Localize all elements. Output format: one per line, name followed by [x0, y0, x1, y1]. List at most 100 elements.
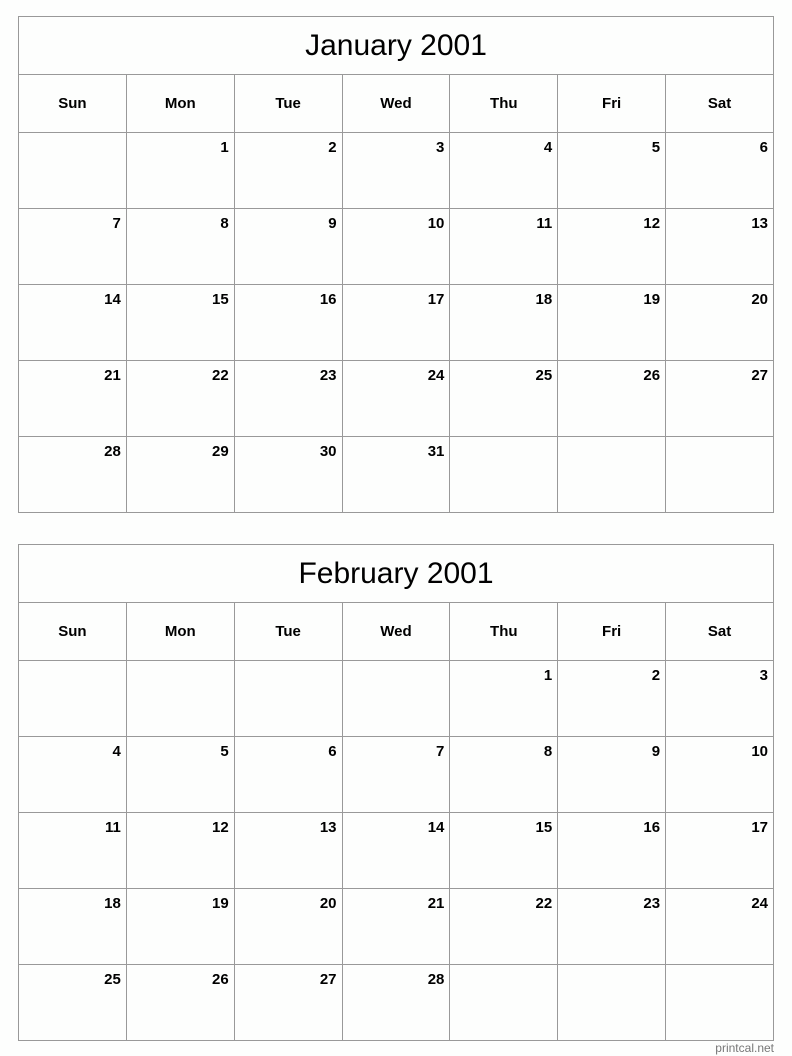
- weekday-label: Sat: [665, 602, 774, 661]
- day-number: [19, 133, 126, 139]
- day-cell: 18: [449, 284, 559, 361]
- day-cell: 25: [449, 360, 559, 437]
- day-cell: 22: [449, 888, 559, 965]
- day-number: 4: [112, 743, 121, 760]
- day-cell: 12: [125, 812, 235, 889]
- day-cell: 21: [18, 360, 127, 437]
- day-cell: 17: [341, 284, 451, 361]
- day-number: [558, 965, 665, 971]
- day-cell: [18, 132, 127, 209]
- day-number: 2: [651, 667, 661, 684]
- weekday-label: Thu: [449, 74, 559, 133]
- day-number: 24: [751, 895, 768, 912]
- day-cell: 2: [233, 132, 343, 209]
- weekday-label: Fri: [557, 74, 667, 133]
- day-number: 12: [643, 215, 661, 232]
- day-number: 17: [751, 819, 768, 836]
- weekday-label: Sun: [18, 74, 127, 133]
- day-number: 24: [427, 367, 445, 384]
- day-cell: 31: [341, 436, 451, 513]
- day-cell: 12: [557, 208, 667, 285]
- day-cell: [18, 660, 127, 737]
- day-cell: 10: [665, 736, 774, 813]
- weekday-label: Tue: [233, 602, 343, 661]
- day-number: 26: [212, 971, 229, 988]
- day-number: 22: [535, 895, 553, 912]
- day-number: 6: [759, 139, 768, 156]
- weekday-label: Fri: [557, 602, 667, 661]
- day-cell: 19: [557, 284, 667, 361]
- weekday-label: Mon: [125, 74, 235, 133]
- day-number: 18: [104, 895, 121, 912]
- day-number: 7: [436, 743, 445, 760]
- day-cell: 3: [665, 660, 774, 737]
- day-cell: 10: [341, 208, 451, 285]
- day-number: [450, 965, 557, 971]
- day-number: 27: [319, 971, 337, 988]
- day-number: 7: [112, 215, 121, 232]
- weekday-label: Thu: [449, 602, 559, 661]
- day-cell: 13: [665, 208, 774, 285]
- day-number: 14: [104, 291, 121, 308]
- weekday-header-row: Sun Mon Tue Wed Thu Fri Sat: [18, 74, 774, 133]
- day-number: 22: [212, 367, 229, 384]
- day-cell: 20: [233, 888, 343, 965]
- month-title: February 2001: [18, 544, 774, 603]
- day-cell: 15: [125, 284, 235, 361]
- day-cell: 4: [449, 132, 559, 209]
- day-cell: 18: [18, 888, 127, 965]
- weekday-label: Tue: [233, 74, 343, 133]
- day-number: 4: [543, 139, 553, 156]
- day-cell: 24: [665, 888, 774, 965]
- week-row: 21 22 23 24 25 26 27: [18, 360, 774, 437]
- day-cell: [233, 660, 343, 737]
- day-cell: [341, 660, 451, 737]
- day-number: 20: [319, 895, 337, 912]
- day-cell: 9: [233, 208, 343, 285]
- day-cell: 1: [449, 660, 559, 737]
- day-number: 3: [759, 667, 768, 684]
- day-number: 26: [643, 367, 661, 384]
- day-cell: 14: [18, 284, 127, 361]
- day-cell: 26: [557, 360, 667, 437]
- day-number: 25: [535, 367, 553, 384]
- day-number: 1: [220, 139, 229, 156]
- day-number: 23: [319, 367, 337, 384]
- day-cell: [665, 964, 774, 1041]
- day-number: 11: [104, 819, 121, 836]
- day-cell: 5: [557, 132, 667, 209]
- day-cell: [125, 660, 235, 737]
- day-cell: [557, 964, 667, 1041]
- day-cell: 6: [233, 736, 343, 813]
- day-number: 28: [104, 443, 121, 460]
- calendar-january: January 2001 Sun Mon Tue Wed Thu Fri Sat 1 23 45…: [18, 16, 774, 513]
- week-row: 7 8 9 10 11 12 13: [18, 208, 774, 285]
- day-number: 31: [427, 443, 445, 460]
- day-number: 16: [319, 291, 337, 308]
- day-cell: [449, 964, 559, 1041]
- day-cell: 9: [557, 736, 667, 813]
- day-number: [343, 661, 450, 667]
- day-number: 1: [543, 667, 553, 684]
- day-number: 23: [643, 895, 661, 912]
- month-title: January 2001: [18, 16, 774, 75]
- day-number: 2: [328, 139, 337, 156]
- day-cell: 11: [18, 812, 127, 889]
- day-number: 21: [104, 367, 121, 384]
- week-row: 18 19 20 21 22 23 24: [18, 888, 774, 965]
- day-number: 28: [427, 971, 445, 988]
- day-number: 18: [535, 291, 553, 308]
- day-cell: 26: [125, 964, 235, 1041]
- day-cell: 19: [125, 888, 235, 965]
- day-cell: 27: [665, 360, 774, 437]
- day-cell: 20: [665, 284, 774, 361]
- site-credit: printcal.net: [715, 1041, 774, 1055]
- day-cell: 14: [341, 812, 451, 889]
- day-number: [235, 661, 342, 667]
- day-cell: 13: [233, 812, 343, 889]
- day-number: 16: [643, 819, 661, 836]
- day-number: 8: [220, 215, 229, 232]
- day-number: 17: [427, 291, 445, 308]
- day-cell: 22: [125, 360, 235, 437]
- day-number: [19, 661, 126, 667]
